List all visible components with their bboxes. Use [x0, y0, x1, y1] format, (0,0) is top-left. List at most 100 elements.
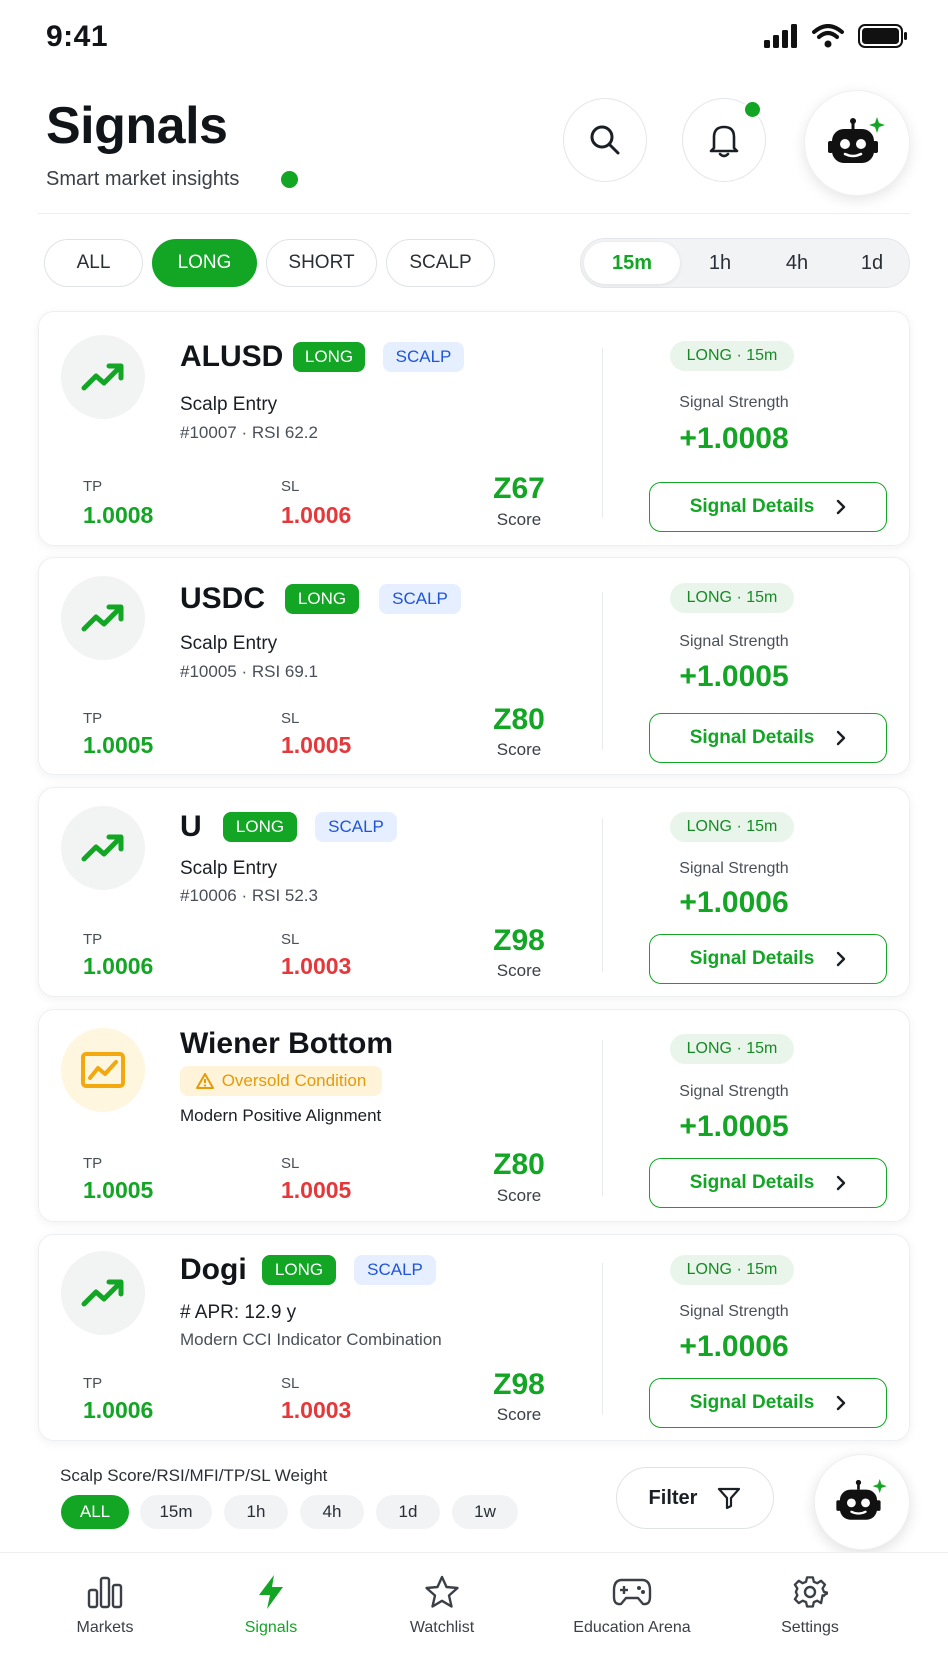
card-icon: [61, 1028, 145, 1112]
status-bar: 9:41: [0, 0, 948, 72]
scalp-badge: SCALP: [383, 342, 464, 372]
asset-name: ALUSD: [180, 340, 284, 373]
tp-value: 1.0008: [83, 502, 154, 528]
filter-chip-all[interactable]: ALL: [44, 239, 143, 287]
trending-up-icon: [81, 363, 124, 391]
nav-signals[interactable]: Signals: [221, 1553, 321, 1659]
filter-chip-scalp[interactable]: SCALP: [386, 239, 495, 287]
signal-type: Scalp Entry: [180, 858, 278, 879]
sl-label: SL: [281, 931, 300, 948]
signal-card[interactable]: U LONG SCALP Scalp Entry #10006 · RSI 52…: [38, 787, 910, 997]
signal-card[interactable]: Wiener Bottom Oversold Condition Modern …: [38, 1009, 910, 1222]
details-label: Signal Details: [689, 496, 815, 517]
warning-badge: Oversold Condition: [180, 1066, 382, 1096]
chevron-right-icon: [837, 1175, 846, 1191]
details-label: Signal Details: [689, 1392, 815, 1413]
bottom-navigation: Markets Signals Watchlist Education Aren…: [0, 1552, 948, 1659]
signal-meta: #10006 · RSI 52.3: [180, 886, 318, 905]
long-badge: LONG: [293, 342, 365, 372]
weight-chip-1w[interactable]: 1w: [452, 1495, 518, 1529]
warning-label: Oversold Condition: [221, 1071, 367, 1090]
warning-icon: [195, 1073, 214, 1089]
direction-timeframe-pill: LONG · 15m: [670, 583, 794, 613]
score-label: Score: [496, 1405, 542, 1424]
signal-details-button[interactable]: Signal Details: [649, 1378, 887, 1428]
scalp-badge: SCALP: [379, 584, 461, 614]
chevron-right-icon: [837, 1395, 846, 1411]
card-divider: [602, 1263, 603, 1415]
strength-value: +1.0006: [679, 1330, 789, 1363]
nav-markets[interactable]: Markets: [55, 1553, 155, 1659]
asset-name: Dogi: [180, 1253, 247, 1286]
sl-value: 1.0005: [281, 732, 352, 758]
tp-label: TP: [83, 1375, 103, 1392]
weight-chip-1h[interactable]: 1h: [224, 1495, 288, 1529]
gamepad-icon: [612, 1578, 652, 1606]
card-divider: [602, 348, 603, 518]
nav-label: Signals: [244, 1619, 298, 1636]
trending-up-icon: [81, 604, 124, 632]
strength-value: +1.0005: [679, 660, 789, 693]
live-status-dot: [281, 171, 298, 188]
wifi-icon: [812, 24, 844, 48]
signal-card[interactable]: ALUSD LONG SCALP Scalp Entry #10007 · RS…: [38, 311, 910, 546]
lightning-icon: [259, 1575, 283, 1609]
sl-label: SL: [281, 710, 300, 727]
timeframe-1d[interactable]: 1d: [837, 242, 907, 284]
status-time: 9:41: [46, 20, 109, 53]
filter-button[interactable]: Filter: [616, 1467, 774, 1529]
nav-watchlist[interactable]: Watchlist: [392, 1553, 492, 1659]
weight-chip-15m[interactable]: 15m: [140, 1495, 212, 1529]
weight-chip-1d[interactable]: 1d: [376, 1495, 440, 1529]
ai-assistant-fab[interactable]: [814, 1454, 910, 1550]
ai-assistant-button[interactable]: [804, 90, 910, 196]
nav-education-arena[interactable]: Education Arena: [552, 1553, 712, 1659]
timeframe-4h[interactable]: 4h: [761, 242, 833, 284]
nav-label: Settings: [781, 1619, 839, 1636]
nav-label: Education Arena: [573, 1619, 691, 1636]
sl-label: SL: [281, 1375, 300, 1392]
strength-value: +1.0006: [679, 886, 789, 919]
nav-settings[interactable]: Settings: [760, 1553, 860, 1659]
sl-value: 1.0006: [281, 502, 352, 528]
strength-label: Signal Strength: [679, 860, 789, 877]
card-icon: [61, 806, 145, 890]
signal-details-button[interactable]: Signal Details: [649, 482, 887, 532]
card-icon: [61, 576, 145, 660]
nav-label: Markets: [76, 1619, 134, 1636]
strength-label: Signal Strength: [679, 1083, 789, 1100]
signal-type: # APR: 12.9 y: [180, 1302, 297, 1323]
signal-card[interactable]: Dogi LONG SCALP # APR: 12.9 y Modern CCI…: [38, 1234, 910, 1441]
gear-icon: [793, 1576, 828, 1608]
card-divider: [602, 818, 603, 972]
timeframe-15m[interactable]: 15m: [584, 242, 680, 284]
tp-label: TP: [83, 710, 103, 727]
signal-details-button[interactable]: Signal Details: [649, 1158, 887, 1208]
signal-details-button[interactable]: Signal Details: [649, 713, 887, 763]
search-button[interactable]: [563, 98, 647, 182]
score-label: Score: [496, 740, 542, 759]
signal-details-button[interactable]: Signal Details: [649, 934, 887, 984]
long-badge: LONG: [262, 1255, 336, 1285]
star-icon: [425, 1575, 459, 1608]
bell-icon: [709, 125, 739, 158]
search-icon: [590, 125, 620, 155]
sl-value: 1.0003: [281, 1397, 352, 1423]
strength-label: Signal Strength: [679, 1303, 789, 1320]
tp-label: TP: [83, 1155, 103, 1172]
timeframe-1h[interactable]: 1h: [685, 242, 755, 284]
score-value: Z98: [493, 924, 545, 957]
signal-card[interactable]: USDC LONG SCALP Scalp Entry #10005 · RSI…: [38, 557, 910, 775]
weight-chip-4h[interactable]: 4h: [300, 1495, 364, 1529]
cellular-signal-icon: [764, 24, 797, 48]
scalp-badge: SCALP: [315, 812, 397, 842]
filter-chip-long[interactable]: LONG: [152, 239, 257, 287]
notification-dot: [743, 100, 762, 119]
weight-chip-all[interactable]: ALL: [61, 1495, 129, 1529]
strength-label: Signal Strength: [679, 633, 789, 650]
battery-icon: [858, 24, 907, 48]
score-value: Z80: [493, 703, 545, 736]
filter-chip-short[interactable]: SHORT: [266, 239, 377, 287]
chevron-right-icon: [837, 951, 846, 967]
sl-value: 1.0005: [281, 1177, 352, 1203]
